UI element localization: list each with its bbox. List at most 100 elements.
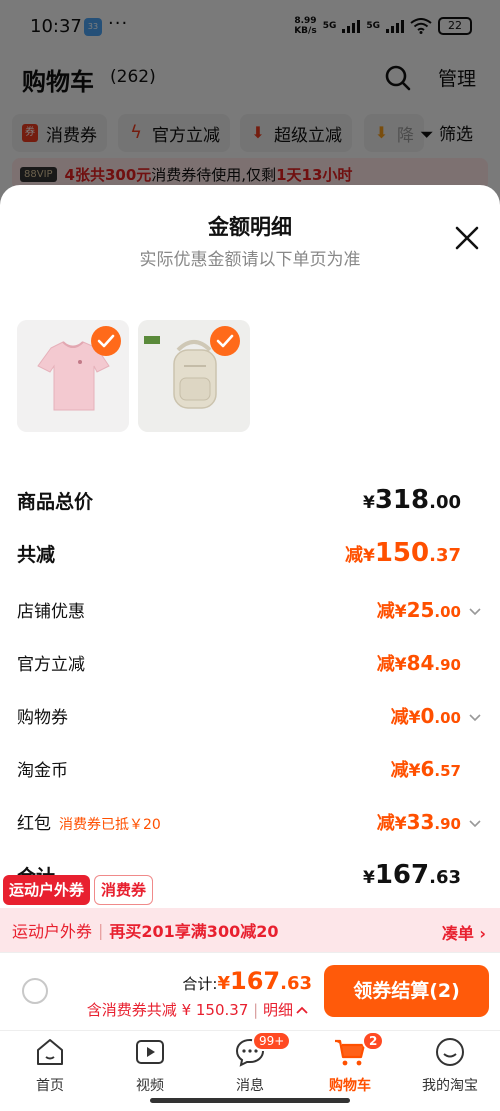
tab-label: 视频 [136,1078,164,1094]
reduction-prefix: 减 [344,545,363,566]
shop-discount-row[interactable]: 店铺优惠 减¥25.00 [17,595,483,631]
tab-my-taobao[interactable]: 我的淘宝 [400,1035,500,1095]
checkout-bar: 合计:¥167.63 含消费券共减 ¥ 150.37 | 明细 领券结算(2) [0,952,500,1030]
value-decimal: .90 [434,815,461,833]
discount-text: 含消费券共减 ¥ 150.37 [86,1001,249,1019]
chevron-down-icon[interactable] [469,817,481,829]
total-price-label: 商品总价 [17,491,94,513]
close-icon[interactable] [454,225,480,251]
sports-coupon-tag[interactable]: 运动户外券 [3,875,91,905]
shopping-coupon-value: 减¥0.00 [391,703,461,729]
value-integer: 150 [374,538,430,568]
value-integer: 167 [230,967,281,995]
shop-discount-label: 店铺优惠 [17,602,85,622]
checkmark-icon [216,334,234,348]
checkout-button[interactable]: 领券结算(2) [324,965,489,1017]
red-packet-title: 红包 [17,814,51,834]
tab-label: 消息 [236,1078,264,1094]
value-integer: 25 [406,598,435,622]
value-decimal: .63 [429,867,461,888]
yen-sign: ¥ [394,602,407,622]
taojinbi-label: 淘金币 [17,761,68,781]
add-items-label: 凑单 [441,924,474,943]
value-integer: 0 [420,704,435,728]
reduction-prefix: 减 [390,707,409,728]
value-decimal: .00 [429,492,461,513]
select-all-checkbox[interactable] [22,978,48,1004]
tab-messages[interactable]: 99+ 消息 [200,1031,300,1095]
total-reduction-value: 减¥150.37 [345,538,461,568]
yen-sign: ¥ [217,973,230,994]
tab-label: 我的淘宝 [422,1078,478,1094]
yen-sign: ¥ [362,493,375,513]
promo-divider: | [98,920,104,940]
chevron-down-icon[interactable] [469,605,481,617]
detail-toggle-label: 明细 [262,1001,293,1019]
selected-check-icon[interactable] [91,326,121,356]
selected-check-icon[interactable] [210,326,240,356]
total-amount: ¥167.63 [217,967,312,995]
detail-toggle[interactable]: 明细 [263,1001,308,1019]
video-icon [136,1040,164,1064]
grand-total-value: ¥167.63 [363,860,461,890]
smile-face-icon [436,1038,464,1066]
checkmark-icon [97,334,115,348]
promo-coupon-name: 运动户外券 [12,922,93,941]
red-packet-note: 消费券已抵￥20 [59,817,161,833]
taojinbi-row: 淘金币 减¥6.57 [17,754,483,790]
total-price-value: ¥318.00 [363,485,461,515]
sheet-subtitle: 实际优惠金额请以下单页为准 [139,250,361,270]
checkout-total: 合计:¥167.63 [182,967,312,995]
message-count-badge: 99+ [252,1031,292,1051]
chevron-down-icon[interactable] [469,711,481,723]
promo-strip[interactable]: 运动户外券 | 再买201享满300减20 凑单 › [0,908,500,952]
tab-label: 首页 [36,1078,64,1094]
home-icon [37,1039,63,1065]
value-decimal: .37 [429,545,461,566]
reduction-prefix: 减 [376,654,395,675]
value-integer: 84 [406,651,435,675]
value-integer: 167 [374,860,430,890]
value-integer: 6 [420,757,435,781]
shopping-coupon-label: 购物券 [17,708,68,728]
yen-sign: ¥ [408,708,421,728]
home-indicator[interactable] [150,1098,350,1103]
value-decimal: .00 [434,603,461,621]
divider: | [253,1001,263,1019]
red-packet-label: 红包 消费券已抵￥20 [17,809,161,834]
taojinbi-value: 减¥6.57 [391,756,461,782]
yen-sign: ¥ [408,761,421,781]
add-items-link[interactable]: 凑单 › [442,920,486,944]
total-label: 合计: [182,975,218,993]
value-decimal: .00 [434,709,461,727]
tab-cart[interactable]: 2 购物车 [300,1031,400,1095]
value-decimal: .63 [280,973,312,994]
chevron-right-icon: › [479,924,486,943]
promo-text: 再买201享满300减20 [109,922,279,941]
yen-sign: ¥ [362,868,375,888]
value-decimal: .57 [434,762,461,780]
tab-home[interactable]: 首页 [0,1035,100,1095]
consumer-coupon-tag[interactable]: 消费券 [94,875,154,905]
total-price-row: 商品总价 ¥318.00 [17,485,483,521]
yen-sign: ¥ [362,546,375,566]
yen-sign: ¥ [394,814,407,834]
red-packet-row[interactable]: 红包 消费券已抵￥20 减¥33.90 [17,807,483,843]
reduction-prefix: 减 [376,601,395,622]
cart-count-badge: 2 [362,1031,385,1051]
total-reduction-row: 共减 减¥150.37 [17,538,483,574]
value-integer: 33 [406,810,435,834]
value-decimal: .90 [434,656,461,674]
tab-video[interactable]: 视频 [100,1035,200,1095]
value-integer: 318 [374,485,430,515]
red-packet-value: 减¥33.90 [377,809,461,835]
total-reduction-label: 共减 [17,544,56,566]
shop-discount-value: 减¥25.00 [377,597,461,623]
official-discount-row: 官方立减 减¥84.90 [17,648,483,684]
reduction-prefix: 减 [376,813,395,834]
floating-coupon-tags: 运动户外券 消费券 [3,875,154,905]
official-discount-value: 减¥84.90 [377,650,461,676]
chevron-up-icon [296,1006,308,1014]
shopping-coupon-row[interactable]: 购物券 减¥0.00 [17,701,483,737]
official-discount-label: 官方立减 [17,655,85,675]
